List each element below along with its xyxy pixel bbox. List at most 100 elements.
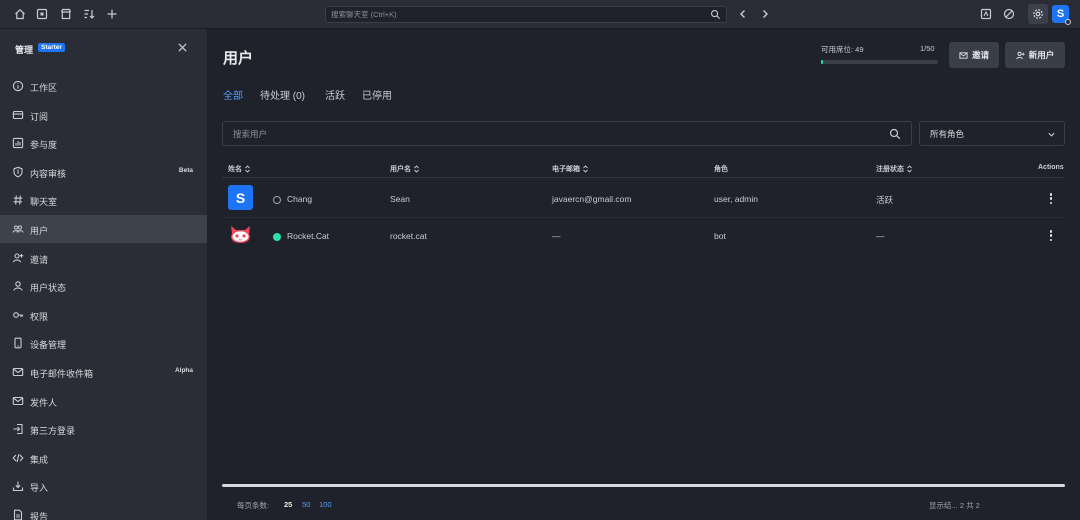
sort-arrows-icon — [907, 165, 912, 173]
horizontal-scrollbar[interactable] — [222, 484, 1065, 487]
code-icon — [12, 453, 24, 462]
column-header-name[interactable]: 姓名 — [228, 164, 251, 174]
marketplace-icon[interactable] — [58, 6, 74, 22]
cell-email: — — [552, 231, 561, 241]
admin-panel-icon[interactable] — [978, 6, 994, 22]
page-size-25[interactable]: 25 — [284, 500, 292, 509]
table-row[interactable]: Rocket.Cat rocket.cat — bot — — [222, 217, 1065, 254]
sidebar-item-10[interactable]: 电子邮件收件箱 Alpha — [0, 358, 207, 386]
cell-username: rocket.cat — [390, 231, 427, 241]
sidebar-item-3[interactable]: 内容审核 Beta — [0, 158, 207, 186]
table-row[interactable]: S Chang Sean javaercn@gmail.com user, ad… — [222, 180, 1065, 217]
tab-deactivated[interactable]: 已停用 — [362, 87, 392, 102]
roles-select[interactable]: 所有角色 — [919, 121, 1065, 146]
page-size-100[interactable]: 100 — [319, 500, 332, 509]
roles-select-value: 所有角色 — [930, 129, 965, 139]
sidebar-item-label: 权限 — [30, 311, 49, 322]
chevron-left-icon[interactable] — [736, 7, 750, 21]
sort-arrows-icon — [414, 165, 419, 173]
seats-progress-fill — [821, 60, 824, 64]
sidebar-title: 管理 — [15, 45, 34, 55]
avatar: S — [228, 185, 253, 210]
cell-username: Sean — [390, 194, 410, 204]
user-plus-icon — [1016, 51, 1025, 59]
kebab-menu-icon[interactable] — [1049, 230, 1053, 241]
sidebar-item-5[interactable]: 用户 — [0, 215, 207, 243]
sidebar-item-8[interactable]: 权限 — [0, 301, 207, 329]
team-icon — [12, 225, 24, 233]
home-icon[interactable] — [12, 6, 28, 22]
tab-pending[interactable]: 待处理 (0) — [260, 87, 305, 102]
column-header-username-label: 用户名 — [390, 166, 411, 173]
rocket-cat-avatar — [228, 222, 253, 247]
chevron-right-icon[interactable] — [758, 7, 772, 21]
mail-icon — [12, 367, 24, 377]
online-status-icon — [273, 233, 281, 241]
tab-active[interactable]: 活跃 — [325, 87, 345, 102]
key-icon — [13, 311, 24, 318]
sidebar-item-7[interactable]: 用户状态 — [0, 272, 207, 300]
sidebar-item-label: 集成 — [30, 454, 49, 465]
sidebar-item-label: 设备管理 — [30, 340, 67, 351]
sidebar-item-label: 参与度 — [30, 140, 58, 151]
sidebar-item-4[interactable]: 聊天室 — [0, 186, 207, 214]
column-header-roles-label: 角色 — [714, 166, 728, 173]
cell-email: javaercn@gmail.com — [552, 194, 632, 204]
cell-name: Rocket.Cat — [287, 231, 330, 241]
login-icon — [13, 424, 23, 435]
sidebar-item-tag: Beta — [178, 166, 193, 174]
do-not-disturb-icon[interactable] — [1001, 6, 1017, 22]
sidebar-item-label: 导入 — [30, 483, 49, 494]
sidebar-item-label: 订阅 — [30, 111, 49, 122]
column-header-username[interactable]: 用户名 — [390, 164, 420, 174]
sidebar-item-12[interactable]: 第三方登录 — [0, 415, 207, 443]
sort-arrows-icon — [245, 165, 250, 173]
cell-roles: user, admin — [714, 194, 758, 204]
sidebar-item-label: 工作区 — [30, 83, 58, 93]
search-users-input[interactable]: 搜索用户 — [222, 121, 912, 146]
sidebar-item-1[interactable]: 订阅 — [0, 101, 207, 129]
items-per-page-label: 每页条数: — [237, 501, 270, 510]
sidebar-item-0[interactable]: 工作区 — [0, 72, 207, 100]
sidebar-item-11[interactable]: 发件人 — [0, 387, 207, 415]
column-header-name-label: 姓名 — [228, 166, 242, 173]
mobile-icon — [14, 338, 22, 349]
settings-button[interactable] — [1028, 4, 1048, 24]
sidebar-item-9[interactable]: 设备管理 — [0, 329, 207, 357]
seats-progress-bar — [821, 60, 938, 64]
users-page: 用户 可用席位: 49 1/50 邀请 新用户 全部 待处理 (0) 活跃 已停… — [207, 29, 1080, 520]
user-avatar-letter: S — [1056, 8, 1065, 20]
sidebar-item-13[interactable]: 集成 — [0, 444, 207, 472]
column-header-email[interactable]: 电子邮箱 — [552, 164, 589, 174]
close-icon[interactable] — [177, 42, 188, 53]
column-header-status-label: 注册状态 — [876, 166, 904, 173]
sidebar-item-2[interactable]: 参与度 — [0, 129, 207, 157]
sidebar-item-label: 邀请 — [30, 254, 49, 265]
import-icon — [12, 481, 24, 492]
sidebar-item-label: 报告 — [30, 512, 49, 520]
sidebar-item-6[interactable]: 邀请 — [0, 244, 207, 272]
avatar-letter: S — [235, 189, 246, 206]
user-status-indicator — [1065, 19, 1071, 25]
tab-all[interactable]: 全部 — [223, 87, 243, 102]
sidebar-item-15[interactable]: 报告 — [0, 501, 207, 520]
showing-results-text: 显示结... 2 共 2 — [929, 501, 980, 510]
kebab-menu-icon[interactable] — [1049, 193, 1053, 204]
new-user-button[interactable]: 新用户 — [1005, 42, 1065, 68]
directory-icon[interactable] — [34, 6, 50, 22]
invite-button[interactable]: 邀请 — [949, 42, 999, 68]
plan-badge: Starter — [38, 43, 65, 52]
cell-status: — — [876, 231, 885, 241]
column-header-actions: Actions — [1038, 164, 1064, 171]
page-size-50[interactable]: 50 — [302, 500, 310, 509]
user-avatar[interactable]: S — [1052, 5, 1071, 25]
create-new-icon[interactable] — [104, 6, 120, 22]
page-title: 用户 — [223, 50, 254, 67]
sort-icon[interactable] — [81, 6, 97, 22]
column-header-email-label: 电子邮箱 — [552, 166, 580, 173]
card-icon — [12, 110, 24, 119]
invite-button-label: 邀请 — [971, 50, 989, 60]
sidebar-item-14[interactable]: 导入 — [0, 472, 207, 500]
column-header-status[interactable]: 注册状态 — [876, 164, 913, 174]
global-search-input[interactable]: 搜索聊天室 (Ctrl+K) — [325, 6, 727, 23]
